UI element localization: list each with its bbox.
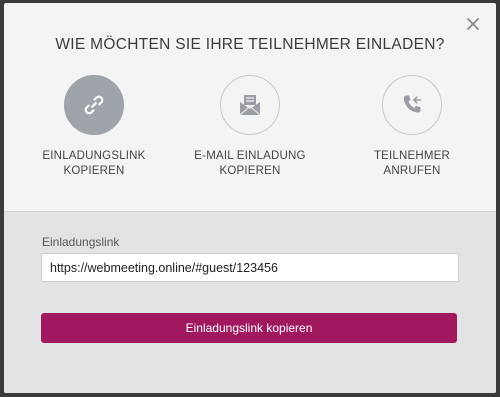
option-email-invite[interactable]: E-MAIL EINLADUNG KOPIEREN <box>180 75 320 179</box>
phone-icon <box>403 95 422 113</box>
option-copy-link-circle <box>64 75 124 135</box>
close-icon <box>467 18 479 30</box>
option-call-participants-label-2: ANRUFEN <box>383 165 441 177</box>
option-copy-link-label-2: KOPIEREN <box>63 165 125 177</box>
option-call-participants-label-1: TEILNEHMER <box>373 150 451 162</box>
option-call-participants[interactable]: TEILNEHMER ANRUFEN <box>342 75 482 179</box>
dialog-title: WIE MÖCHTEN SIE IHRE TEILNEHMER EINLADEN… <box>55 36 445 53</box>
option-copy-link[interactable]: EINLADUNGSLINK KOPIEREN <box>24 75 164 179</box>
option-email-invite-label-2: KOPIEREN <box>219 165 281 177</box>
invite-dialog: WIE MÖCHTEN SIE IHRE TEILNEHMER EINLADEN… <box>4 3 496 393</box>
option-copy-link-label-1: EINLADUNGSLINK <box>42 150 146 162</box>
link-icon <box>84 95 104 115</box>
invite-link-label: Einladungslink <box>42 235 120 249</box>
copy-link-button[interactable]: Einladungslink kopieren <box>41 313 457 343</box>
close-button[interactable] <box>464 15 482 33</box>
option-email-invite-circle <box>220 75 280 135</box>
option-call-participants-circle <box>382 75 442 135</box>
envelope-icon <box>239 95 261 116</box>
invite-options: EINLADUNGSLINK KOPIEREN E-MAIL EINLADUNG… <box>4 75 496 195</box>
option-email-invite-label-1: E-MAIL EINLADUNG <box>194 150 306 162</box>
invite-link-input[interactable] <box>41 253 459 282</box>
invite-link-panel: Einladungslink Einladungslink kopieren <box>4 211 496 393</box>
